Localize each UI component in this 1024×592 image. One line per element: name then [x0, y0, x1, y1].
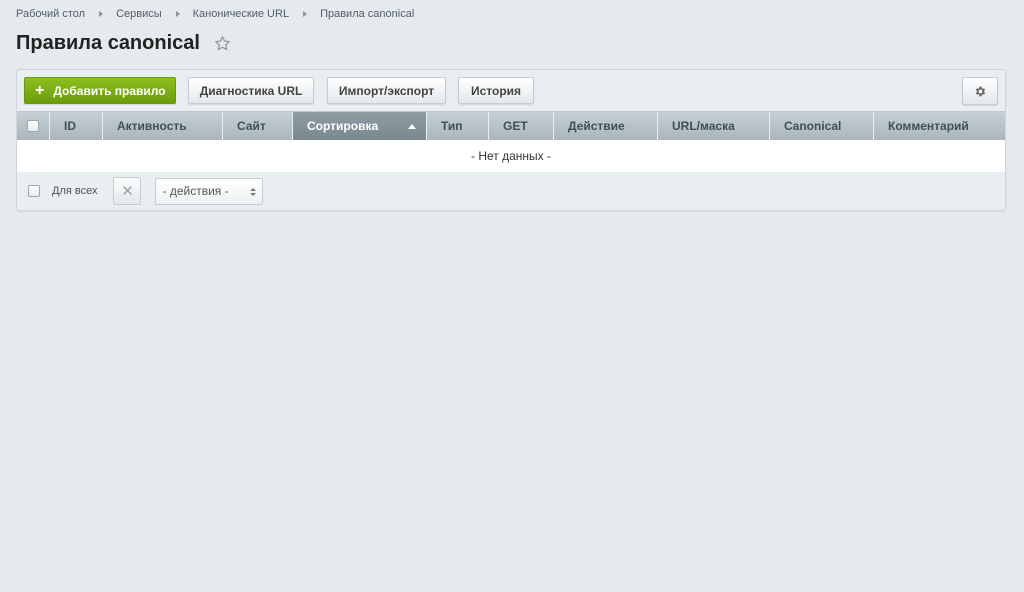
breadcrumb-item-desktop[interactable]: Рабочий стол — [16, 8, 85, 20]
apply-to-all-label: Для всех — [52, 185, 98, 197]
empty-text: - Нет данных - — [471, 149, 551, 163]
column-get[interactable]: GET — [489, 112, 554, 140]
column-id[interactable]: ID — [50, 112, 103, 140]
breadcrumb-item-canonical-rules[interactable]: Правила canonical — [320, 8, 414, 20]
select-all-header — [17, 112, 50, 140]
column-action[interactable]: Действие — [554, 112, 658, 140]
star-icon[interactable] — [214, 35, 231, 52]
page-title: Правила canonical — [16, 32, 200, 54]
chevron-right-icon — [175, 11, 180, 17]
column-canonical[interactable]: Canonical — [770, 112, 874, 140]
select-all-checkbox[interactable] — [27, 120, 39, 132]
close-icon: ✕ — [121, 183, 134, 200]
column-site[interactable]: Сайт — [223, 112, 293, 140]
rules-panel: + Добавить правило Диагностика URL Импор… — [16, 69, 1006, 211]
history-button[interactable]: История — [458, 77, 534, 104]
table-footer: Для всех ✕ - действия - — [17, 171, 1005, 211]
settings-button[interactable] — [962, 77, 998, 105]
breadcrumb-item-services[interactable]: Сервисы — [116, 8, 162, 20]
select-arrows-icon — [250, 187, 257, 196]
gear-icon — [975, 86, 985, 96]
import-export-button[interactable]: Импорт/экспорт — [327, 77, 446, 104]
sort-asc-icon — [408, 124, 416, 129]
column-type[interactable]: Тип — [427, 112, 489, 140]
breadcrumb-item-canonical-urls[interactable]: Канонические URL — [193, 8, 289, 20]
plus-icon: + — [35, 81, 45, 99]
delete-button[interactable]: ✕ — [113, 177, 142, 205]
actions-select-value: - действия - — [162, 184, 229, 198]
table-header: ID Активность Сайт Сортировка Тип GET Де… — [17, 111, 1005, 140]
apply-to-all-checkbox[interactable] — [28, 185, 40, 197]
page-title-wrap: Правила canonical — [16, 32, 231, 55]
chevron-right-icon — [99, 11, 104, 17]
empty-row: - Нет данных - — [17, 140, 1005, 172]
rules-table: ID Активность Сайт Сортировка Тип GET Де… — [17, 111, 1005, 172]
column-url-mask[interactable]: URL/маска — [658, 112, 770, 140]
chevron-right-icon — [303, 11, 308, 17]
url-diagnostics-button[interactable]: Диагностика URL — [188, 77, 314, 104]
add-rule-button[interactable]: + Добавить правило — [24, 77, 176, 104]
column-sort[interactable]: Сортировка — [293, 112, 427, 140]
column-sort-label: Сортировка — [307, 119, 379, 133]
breadcrumb: Рабочий стол Сервисы Канонические URL Пр… — [16, 8, 414, 20]
actions-select[interactable]: - действия - — [155, 177, 264, 205]
toolbar: + Добавить правило Диагностика URL Импор… — [24, 77, 998, 105]
add-rule-label: Добавить правило — [53, 83, 166, 98]
column-comment[interactable]: Комментарий — [874, 112, 1005, 140]
column-activity[interactable]: Активность — [103, 112, 223, 140]
